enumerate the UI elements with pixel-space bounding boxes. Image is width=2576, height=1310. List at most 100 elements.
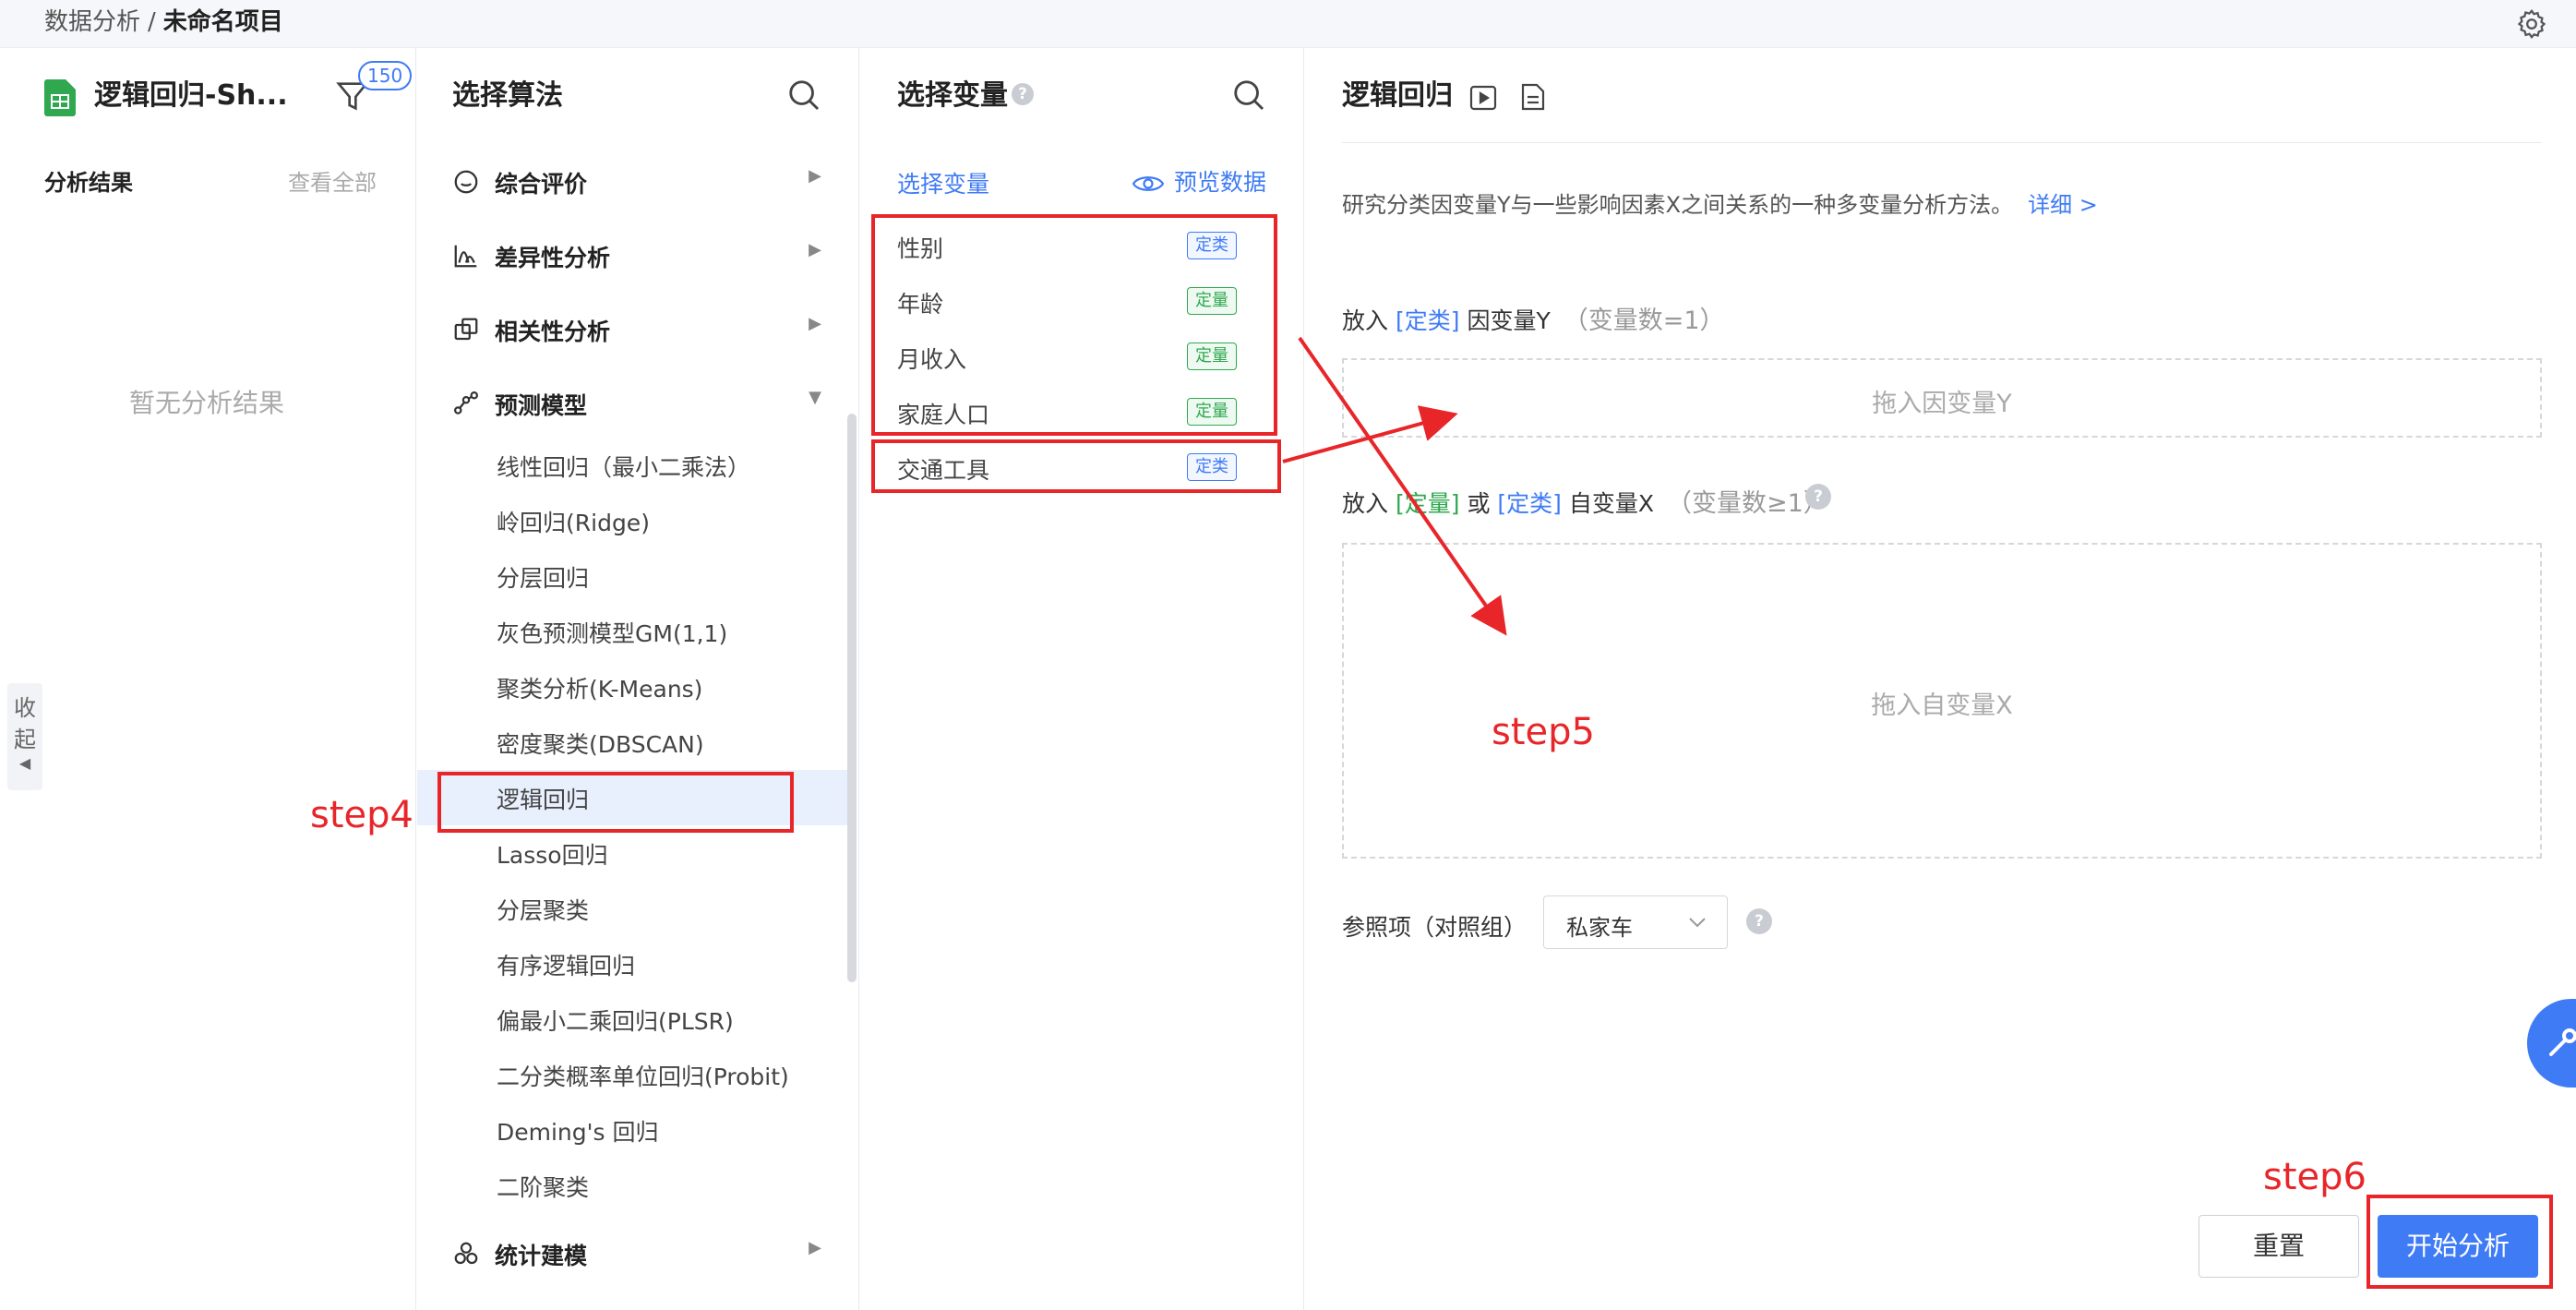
assistant-float-button[interactable] [2527,999,2576,1088]
algorithm-item[interactable]: 岭回归(Ridge) [497,505,650,538]
algorithm-item[interactable]: 二阶聚类 [497,1170,589,1203]
smile-icon [454,170,478,194]
category-difference-analysis[interactable]: 差异性分析 ▶ [452,233,821,279]
category-label: 差异性分析 [495,245,611,271]
put-prefix: 放入 [1342,490,1389,517]
filter-count-badge: 150 [358,61,413,90]
divider [1342,142,2542,143]
reference-select[interactable]: 私家车 [1543,895,1728,949]
chevron-right-icon: ▶ [809,1238,821,1257]
method-description: 研究分类因变量Y与一些影响因素X之间关系的一种多变量分析方法。 详细 > [1342,186,2098,219]
category-prediction-model[interactable]: 预测模型 ▼ [452,380,821,427]
category-label: 综合评价 [495,171,588,198]
spreadsheet-icon [44,79,76,116]
overlap-squares-icon [454,318,478,341]
top-bar [0,0,2576,48]
eye-icon [1132,176,1165,191]
annotation-box-variables [871,214,1277,436]
preview-data-label: 预览数据 [1174,169,1267,196]
algorithm-item[interactable]: 分层聚类 [497,893,589,926]
category-label: 相关性分析 [495,318,611,345]
category-comprehensive-evaluation[interactable]: 综合评价 ▶ [452,159,821,205]
variable-count: （变量数=1） [1563,306,1725,335]
view-all-link[interactable]: 查看全部 [288,164,377,197]
reset-button[interactable]: 重置 [2199,1215,2359,1278]
annotation-box-transport [871,439,1281,493]
gear-icon[interactable] [2515,7,2548,41]
algorithm-item[interactable]: 灰色预测模型GM(1,1) [497,616,727,649]
search-icon[interactable] [1231,78,1266,113]
algorithm-item[interactable]: Deming's 回归 [497,1114,659,1148]
chevron-down-icon [1689,918,1706,928]
help-icon[interactable]: ? [1746,908,1772,934]
collapse-label: 起 [14,727,36,752]
collapse-label: 收 [14,695,36,721]
algorithm-item[interactable]: 聚类分析(K-Means) [497,671,702,704]
caret-left-icon: ◀ [18,754,31,772]
column-divider [1303,48,1304,1310]
results-title: 分析结果 [44,170,133,196]
dependent-variable-drop-zone[interactable]: 拖入因变量Y [1342,358,2542,438]
algorithm-item[interactable]: 线性回归（最小二乘法） [497,450,750,483]
collapse-button[interactable]: 收 起 ◀ [7,683,42,790]
help-icon[interactable]: ? [1805,484,1831,510]
annotation-step6: step6 [2263,1156,2366,1198]
method-title: 逻辑回归 [1342,79,1453,112]
wrench-icon [2549,1028,2576,1056]
empty-results-text: 暂无分析结果 [129,388,285,418]
category-label: 统计建模 [495,1243,588,1269]
algorithm-item[interactable]: 偏最小二乘回归(PLSR) [497,1004,734,1037]
zone-label: 自变量X [1568,490,1655,517]
algorithm-item[interactable]: 密度聚类(DBSCAN) [497,727,704,760]
type-tag-quantitative: [定量] [1395,490,1460,517]
preview-data-link[interactable]: 预览数据 [1132,164,1266,196]
column-divider [415,48,416,1310]
variable-panel-title: 选择变量 [897,79,1008,112]
variable-subtitle: 选择变量 [897,171,990,198]
reference-label: 参照项（对照组） [1342,914,1528,941]
method-description-text: 研究分类因变量Y与一些影响因素X之间关系的一种多变量分析方法。 [1342,192,2014,218]
breadcrumb-parent[interactable]: 数据分析 [44,8,140,36]
detail-link[interactable]: 详细 > [2028,192,2098,218]
put-prefix: 放入 [1342,307,1389,334]
scrollbar[interactable] [847,414,857,982]
zone-label: 因变量Y [1467,307,1551,334]
annotation-box-step4 [437,772,794,833]
independent-variable-label: 放入 [定量] 或 [定类] 自变量X （变量数≥1） [1342,483,1828,519]
type-tag-qualitative: [定类] [1497,490,1562,517]
breadcrumb-current: 未命名项目 [162,8,283,36]
document-icon[interactable] [1521,83,1545,111]
category-statistical-modeling[interactable]: 统计建模 ▶ [452,1231,821,1277]
or-text: 或 [1467,490,1491,517]
annotation-step4: step4 [310,794,413,836]
chevron-down-icon: ▼ [809,388,821,407]
category-correlation-analysis[interactable]: 相关性分析 ▶ [452,306,821,353]
independent-variable-drop-zone[interactable]: 拖入自变量X [1342,543,2542,859]
video-play-icon[interactable] [1469,85,1497,111]
algorithm-panel-title: 选择算法 [452,79,563,112]
breadcrumb-separator: / [148,8,156,36]
search-icon[interactable] [786,78,821,113]
breadcrumb: 数据分析 / 未命名项目 [44,6,283,39]
column-divider [858,48,859,1310]
chevron-right-icon: ▶ [809,240,821,259]
variable-count: （变量数≥1） [1667,489,1828,518]
algorithm-item[interactable]: 分层回归 [497,560,589,594]
chevron-right-icon: ▶ [809,166,821,186]
three-circles-icon [454,1242,478,1265]
algorithm-item[interactable]: 有序逻辑回归 [497,948,635,981]
algorithm-item[interactable]: 二分类概率单位回归(Probit) [497,1059,789,1092]
annotation-box-step6 [2366,1195,2553,1289]
dependent-variable-label: 放入 [定类] 因变量Y （变量数=1） [1342,300,1725,336]
help-icon[interactable]: ? [1012,83,1034,105]
distribution-chart-icon [454,245,477,268]
annotation-step5: step5 [1492,711,1595,753]
chevron-right-icon: ▶ [809,314,821,333]
type-tag-qualitative: [定类] [1395,307,1460,334]
algorithm-item[interactable]: Lasso回归 [497,837,608,871]
reference-value: 私家车 [1566,915,1633,941]
network-icon [454,391,478,415]
drop-zone-placeholder: 拖入因变量Y [1872,390,2012,418]
file-name[interactable]: 逻辑回归-Sh... [94,76,288,116]
category-label: 预测模型 [495,392,588,419]
